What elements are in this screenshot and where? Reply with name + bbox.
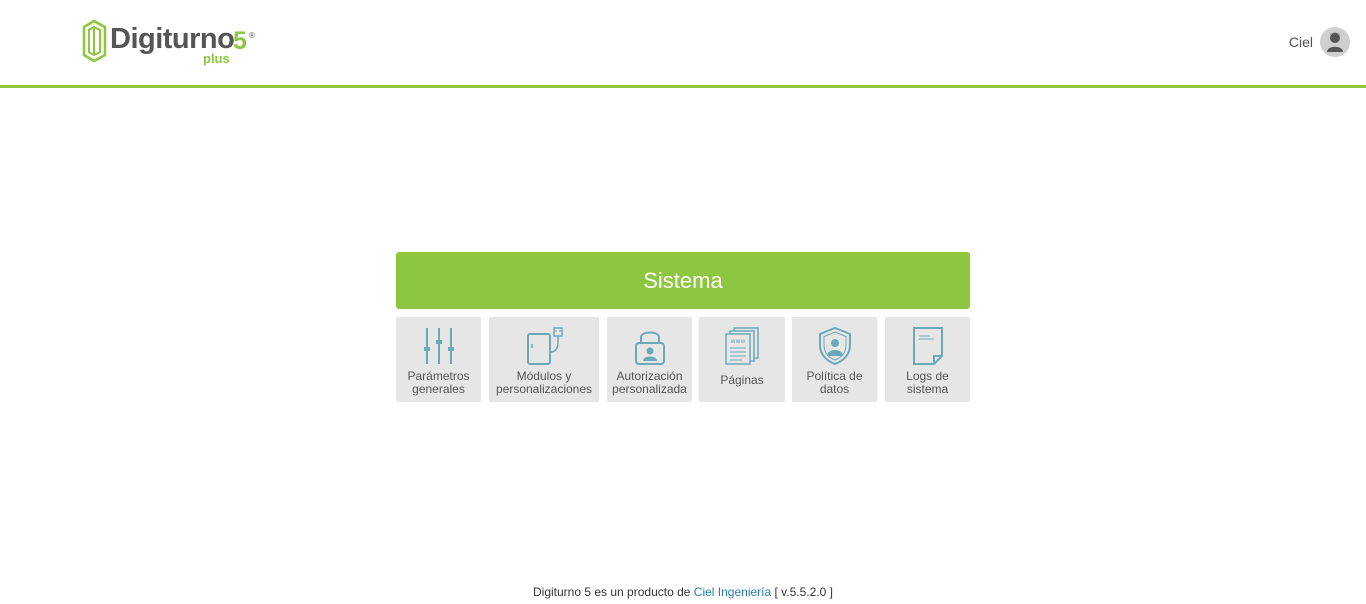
web-pages-icon: www [725, 327, 759, 365]
tile-politica-datos[interactable]: Política de datos [792, 317, 877, 402]
tiles-row: Parámetros generales Módulos y personali… [396, 317, 970, 402]
tile-paginas[interactable]: www Páginas [699, 317, 785, 402]
digiturno-logo[interactable]: Digiturno 5 ® plus [82, 18, 262, 68]
header-bar: Digiturno 5 ® plus Ciel [0, 0, 1366, 88]
tile-label: Páginas [699, 374, 785, 387]
document-icon [912, 327, 943, 365]
tile-label: Módulos y personalizaciones [489, 370, 599, 396]
logo-version-text: 5 [233, 27, 247, 55]
svg-text:www: www [731, 338, 746, 345]
company-link[interactable]: Ciel Ingeniería [694, 585, 771, 599]
tile-label-line2: personalizaciones [495, 382, 593, 396]
tile-autorizacion-personalizada[interactable]: Autorización personalizada [607, 317, 692, 402]
tile-label-line2: sistema [906, 382, 949, 396]
tile-label: Logs de sistema [885, 370, 970, 396]
footer-prefix: Digiturno 5 es un producto de [533, 585, 691, 599]
logo-mark-icon [82, 19, 107, 63]
lock-user-icon [634, 331, 665, 365]
tile-parametros-generales[interactable]: Parámetros generales [396, 317, 481, 402]
tile-label-line2: personalizada [612, 382, 687, 396]
footer-version: [ v.5.5.2.0 ] [774, 585, 833, 599]
shield-user-icon [818, 326, 851, 366]
logo-registered-mark: ® [249, 31, 255, 40]
user-name[interactable]: Ciel [1289, 34, 1313, 50]
tile-label: Autorización personalizada [607, 370, 692, 396]
panel-title: Sistema [396, 252, 970, 309]
tile-label: Parámetros generales [396, 370, 481, 396]
tile-label-line1: Páginas [720, 373, 764, 387]
tile-label: Política de datos [792, 370, 877, 396]
tile-label-line2: generales [412, 382, 465, 396]
tile-label-line2: datos [819, 382, 850, 396]
user-silhouette-icon [1327, 32, 1343, 52]
footer: Digiturno 5 es un producto de Ciel Ingen… [0, 585, 1366, 599]
user-avatar-icon[interactable] [1320, 27, 1350, 57]
tile-logs-sistema[interactable]: Logs de sistema [885, 317, 970, 402]
sliders-icon [423, 328, 454, 364]
logo-edition-text: plus [203, 51, 230, 66]
system-panel: Sistema Parámetros generales Módulos y p… [396, 252, 970, 402]
tile-modulos-personalizaciones[interactable]: Módulos y personalizaciones [489, 317, 599, 402]
tablet-usb-icon [527, 327, 563, 365]
